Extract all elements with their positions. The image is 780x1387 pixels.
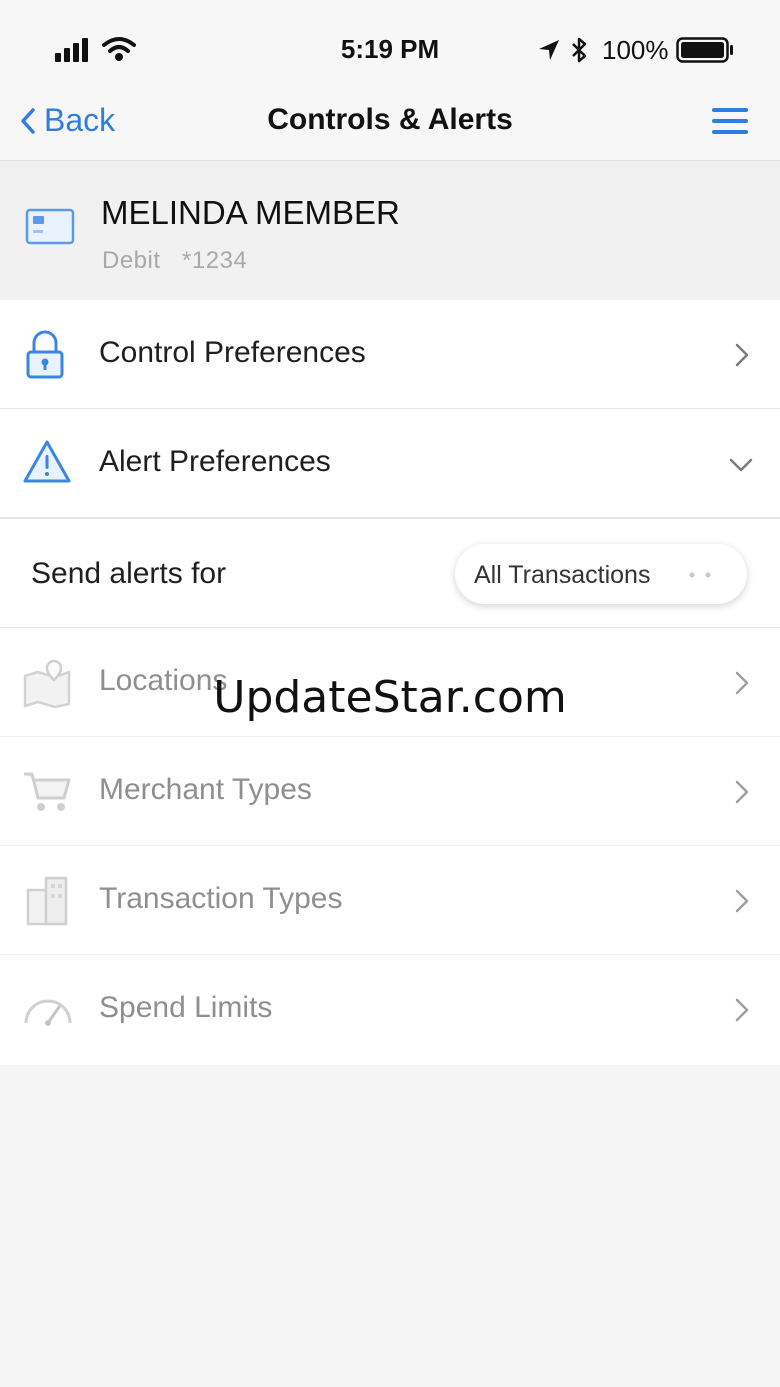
chevron-down-icon (729, 458, 753, 472)
control-preferences-row[interactable]: Control Preferences (0, 300, 780, 410)
alert-item-spend-limits[interactable]: Spend Limits (0, 955, 780, 1065)
card-header: MELINDA MEMBER Debit *1234 (0, 161, 780, 300)
send-alerts-selected: All Transactions (474, 561, 651, 589)
chevron-right-icon (735, 780, 749, 804)
card-type: Debit (102, 247, 161, 274)
warning-triangle-icon (23, 440, 71, 483)
card-holder-name: MELINDA MEMBER (101, 194, 400, 231)
control-preferences-label: Control Preferences (99, 336, 366, 369)
shopping-cart-icon (24, 772, 71, 811)
battery-percent: 100% (602, 35, 669, 65)
chevron-right-icon (735, 889, 749, 913)
battery-icon (676, 37, 733, 63)
send-alerts-label: Send alerts for (31, 557, 227, 590)
page-title: Controls & Alerts (267, 103, 513, 136)
lock-icon (26, 330, 64, 379)
card-number: *1234 (182, 247, 248, 274)
alert-item-merchant-types[interactable]: Merchant Types (0, 737, 780, 846)
send-alerts-row: Send alerts for All Transactions (0, 519, 780, 629)
chevron-right-icon (735, 343, 749, 367)
alert-item-label: Merchant Types (99, 773, 312, 806)
buildings-icon (26, 876, 68, 926)
location-arrow-icon (539, 40, 559, 60)
alert-item-label: Spend Limits (99, 991, 273, 1024)
nav-bar: Back Controls & Alerts (0, 80, 780, 161)
speedometer-icon (24, 999, 72, 1026)
credit-card-icon (25, 208, 75, 245)
alert-preferences-row[interactable]: Alert Preferences (0, 409, 780, 519)
watermark-text: UpdateStar.com (213, 672, 567, 723)
alert-preferences-label: Alert Preferences (99, 445, 331, 478)
send-alerts-selector[interactable]: All Transactions (455, 544, 747, 604)
bluetooth-icon (572, 37, 587, 63)
toggle-dots-icon (689, 572, 711, 578)
alert-item-label: Transaction Types (99, 882, 343, 915)
hamburger-menu-icon[interactable] (712, 108, 748, 134)
card-details: Debit *1234 (102, 247, 247, 275)
alert-item-transaction-types[interactable]: Transaction Types (0, 846, 780, 955)
chevron-right-icon (735, 998, 749, 1022)
